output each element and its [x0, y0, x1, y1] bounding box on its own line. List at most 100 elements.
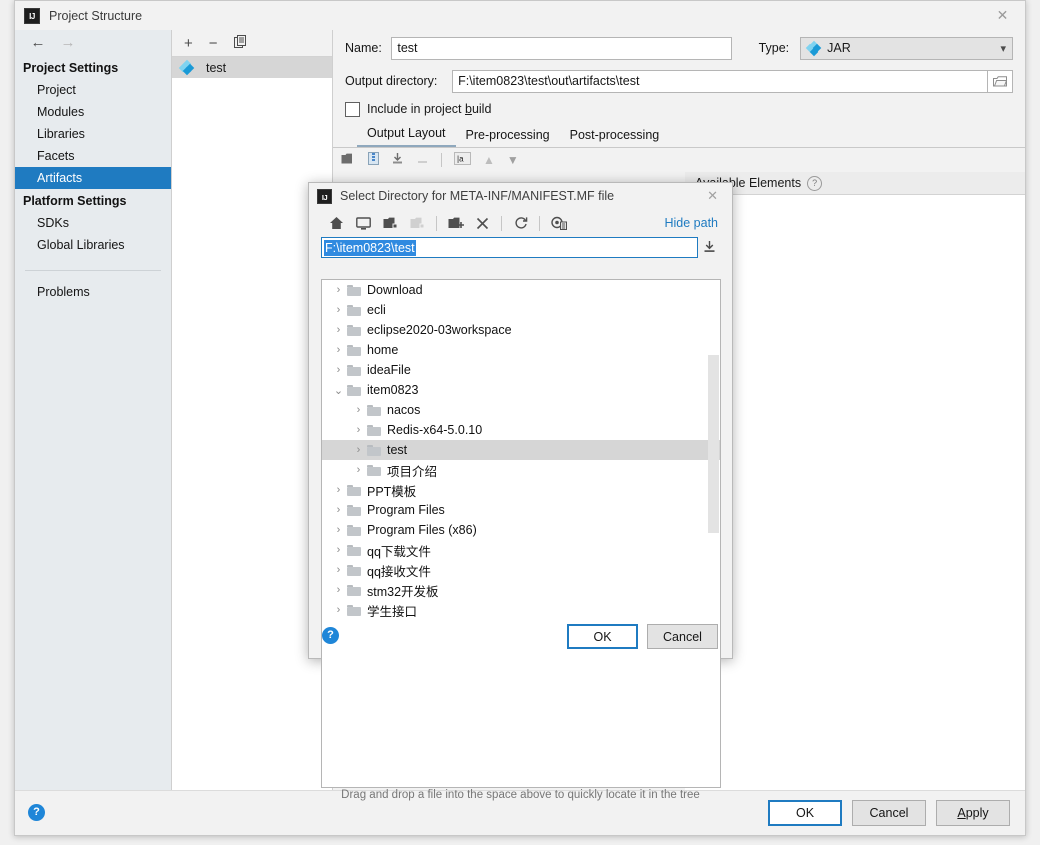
tree-row-label: qq接收文件: [367, 564, 431, 579]
refresh-icon[interactable]: [507, 212, 534, 234]
folder-browse-icon[interactable]: [988, 69, 1013, 93]
tree-row[interactable]: › eclipse2020-03workspace: [322, 320, 720, 340]
download-arrow-icon[interactable]: [698, 240, 720, 256]
sidebar-item-problems[interactable]: Problems: [15, 281, 171, 303]
sidebar-item-modules[interactable]: Modules: [15, 101, 171, 123]
new-folder-icon[interactable]: [442, 212, 469, 234]
artifact-name-input[interactable]: test: [391, 36, 732, 60]
select-directory-titlebar: IJ Select Directory for META-INF/MANIFES…: [309, 183, 732, 209]
svg-text:|a: |a: [457, 155, 464, 164]
tree-scrollbar-thumb[interactable]: [708, 355, 719, 533]
chevron-right-icon[interactable]: ›: [332, 364, 345, 376]
sidebar-item-artifacts[interactable]: Artifacts: [15, 167, 171, 189]
chevron-right-icon[interactable]: ›: [352, 464, 365, 476]
sidebar-item-libraries[interactable]: Libraries: [15, 123, 171, 145]
chevron-right-icon[interactable]: ›: [332, 524, 345, 536]
delete-icon[interactable]: [469, 212, 496, 234]
folder-icon: [367, 444, 381, 456]
add-folder-icon[interactable]: [341, 153, 356, 167]
ok-button[interactable]: OK: [768, 800, 842, 826]
available-elements-list[interactable]: t: [685, 195, 1025, 802]
chevron-right-icon[interactable]: ›: [332, 564, 345, 576]
close-icon[interactable]: ✕: [980, 1, 1025, 30]
tree-row[interactable]: › nacos: [322, 400, 720, 420]
forward-arrow-icon[interactable]: →: [53, 32, 83, 54]
rename-icon[interactable]: |a: [454, 152, 471, 168]
tree-row[interactable]: › 项目介绍: [322, 460, 720, 480]
jar-artifact-icon: [178, 59, 195, 76]
desktop-icon[interactable]: [350, 212, 377, 234]
path-input[interactable]: F:\item0823\test: [321, 237, 698, 258]
show-hidden-files-icon[interactable]: [545, 212, 572, 234]
hide-path-link[interactable]: Hide path: [664, 216, 718, 230]
chevron-right-icon[interactable]: ›: [332, 344, 345, 356]
apply-button[interactable]: Apply: [936, 800, 1010, 826]
chevron-right-icon[interactable]: ›: [332, 284, 345, 296]
name-label: Name:: [345, 41, 382, 55]
tree-row[interactable]: › PPT模板: [322, 480, 720, 500]
tree-row[interactable]: › Redis-x64-5.0.10: [322, 420, 720, 440]
back-arrow-icon[interactable]: ←: [23, 32, 53, 54]
sidebar-item-facets[interactable]: Facets: [15, 145, 171, 167]
chevron-right-icon[interactable]: ›: [332, 484, 345, 496]
chevron-right-icon[interactable]: ›: [332, 304, 345, 316]
help-icon[interactable]: ?: [322, 627, 339, 644]
remove-artifact-button[interactable]: −: [209, 36, 218, 51]
include-in-build-row[interactable]: Include in project build: [333, 96, 1025, 122]
tab-post-processing[interactable]: Post-processing: [560, 128, 670, 147]
folder-icon: [347, 504, 361, 516]
artifact-type-select[interactable]: JAR ▾: [800, 36, 1013, 60]
chevron-right-icon[interactable]: ›: [332, 504, 345, 516]
chevron-right-icon[interactable]: ›: [352, 424, 365, 436]
chevron-right-icon[interactable]: ›: [352, 444, 365, 456]
chevron-right-icon[interactable]: ›: [332, 324, 345, 336]
remove-icon: [416, 152, 429, 168]
tree-row[interactable]: › test: [322, 440, 720, 460]
folder-icon: [347, 304, 361, 316]
tree-row[interactable]: › stm32开发板: [322, 580, 720, 600]
tree-row[interactable]: › ideaFile: [322, 360, 720, 380]
artifact-list-item[interactable]: test: [172, 57, 332, 78]
cancel-button[interactable]: Cancel: [852, 800, 926, 826]
copy-artifact-icon[interactable]: [233, 35, 247, 51]
tree-row[interactable]: › Program Files (x86): [322, 520, 720, 540]
add-archive-icon[interactable]: [368, 152, 379, 168]
close-icon[interactable]: ✕: [707, 188, 718, 204]
sidebar-item-sdks[interactable]: SDKs: [15, 212, 171, 234]
include-in-build-checkbox[interactable]: [345, 101, 360, 117]
select-directory-dialog: IJ Select Directory for META-INF/MANIFES…: [308, 182, 733, 801]
tree-row[interactable]: › Program Files: [322, 500, 720, 520]
tree-row[interactable]: › home: [322, 340, 720, 360]
tree-row[interactable]: › qq接收文件: [322, 560, 720, 580]
tree-row[interactable]: ⌄ item0823: [322, 380, 720, 400]
drag-drop-hint: Drag and drop a file into the space abov…: [341, 789, 700, 801]
folder-icon: [367, 404, 381, 416]
sidebar-item-project[interactable]: Project: [15, 79, 171, 101]
cancel-button[interactable]: Cancel: [647, 624, 718, 649]
extract-icon[interactable]: [391, 152, 404, 168]
directory-tree[interactable]: › Download › ecli › eclipse2020-03workspace…: [321, 279, 721, 788]
help-icon[interactable]: ?: [28, 804, 45, 821]
help-icon[interactable]: ?: [807, 175, 823, 191]
tree-row-label: eclipse2020-03workspace: [367, 323, 512, 337]
add-artifact-button[interactable]: +: [184, 36, 193, 51]
tab-output-layout[interactable]: Output Layout: [357, 126, 456, 147]
tab-pre-processing[interactable]: Pre-processing: [456, 128, 560, 147]
tree-row[interactable]: › qq下载文件: [322, 540, 720, 560]
move-up-icon: ▲: [483, 153, 495, 167]
ok-button[interactable]: OK: [567, 624, 638, 649]
project-directory-icon[interactable]: [377, 212, 404, 234]
tree-row[interactable]: › ecli: [322, 300, 720, 320]
chevron-down-icon[interactable]: ⌄: [332, 384, 345, 397]
sidebar-item-global-libraries[interactable]: Global Libraries: [15, 234, 171, 256]
chevron-right-icon[interactable]: ›: [332, 544, 345, 556]
chevron-right-icon[interactable]: ›: [352, 404, 365, 416]
tree-scrollbar[interactable]: [708, 281, 719, 786]
home-icon[interactable]: [323, 212, 350, 234]
folder-icon: [367, 464, 381, 476]
move-down-icon[interactable]: ▼: [507, 153, 519, 167]
tree-row[interactable]: › Download: [322, 280, 720, 300]
type-label: Type:: [758, 41, 790, 55]
chevron-right-icon[interactable]: ›: [332, 584, 345, 596]
output-directory-input[interactable]: F:\item0823\test\out\artifacts\test: [452, 69, 989, 93]
